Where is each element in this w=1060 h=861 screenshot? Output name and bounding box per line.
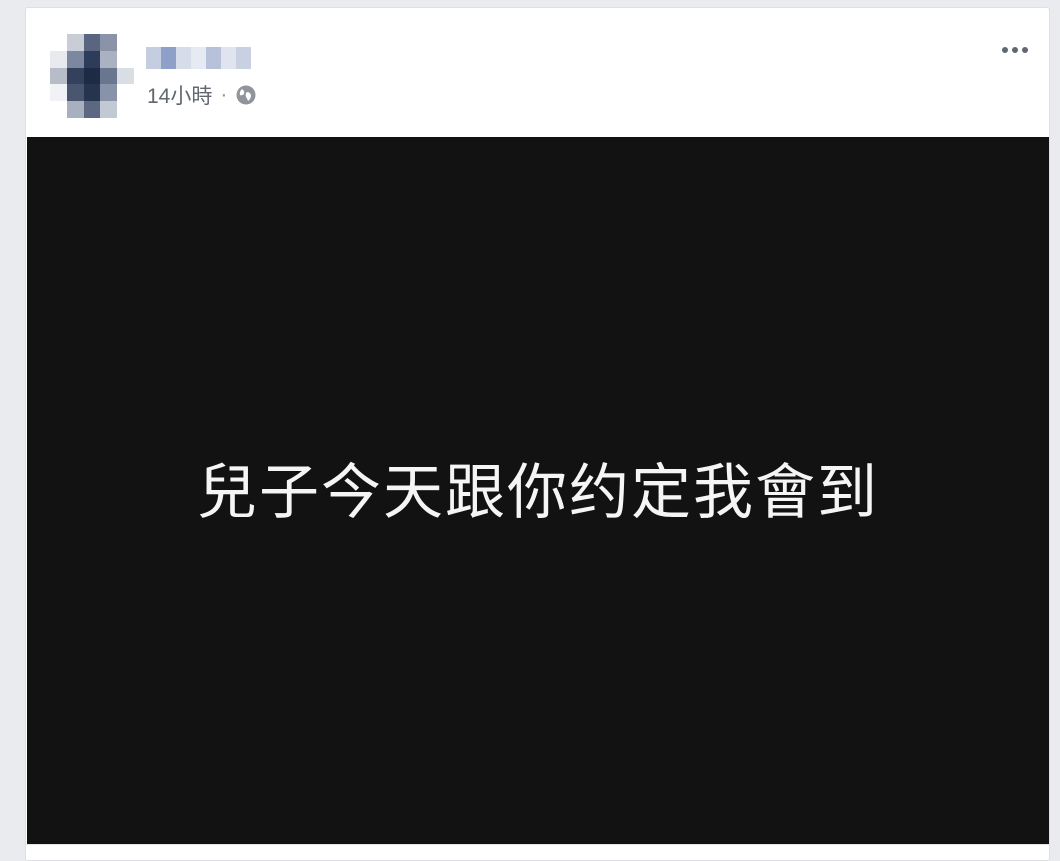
avatar-pixel — [50, 84, 67, 102]
avatar-pixel — [100, 84, 118, 102]
name-pixel — [146, 47, 161, 69]
avatar-pixel — [66, 67, 84, 85]
avatar-pixel — [66, 101, 84, 118]
author-name[interactable] — [146, 44, 251, 72]
name-pixel — [236, 47, 251, 69]
post-meta: 14小時 · — [147, 82, 257, 108]
avatar-pixel — [66, 34, 84, 51]
meta-separator: · — [220, 83, 228, 106]
avatar-pixel — [83, 84, 101, 102]
more-options-button[interactable] — [995, 38, 1035, 62]
avatar-pixel — [117, 67, 134, 85]
avatar-pixel — [50, 67, 67, 85]
avatar-pixel — [66, 84, 84, 102]
avatar-pixel — [50, 50, 67, 68]
avatar-pixel — [100, 67, 118, 85]
avatar-pixel — [83, 50, 101, 68]
avatar-pixel — [83, 101, 101, 118]
avatar-pixel — [117, 101, 134, 118]
avatar-pixel — [100, 101, 118, 118]
avatar-pixel — [50, 34, 67, 51]
avatar-pixel — [100, 50, 118, 68]
post-header: 14小時 · — [26, 8, 1049, 136]
post-card: 14小時 · 兒子今天跟你约定我會到 — [25, 7, 1050, 861]
avatar-pixel — [66, 50, 84, 68]
avatar-pixel — [83, 34, 101, 51]
post-image-caption: 兒子今天跟你约定我會到 — [197, 458, 879, 528]
avatar-pixel — [100, 34, 118, 51]
avatar-pixel — [117, 50, 134, 68]
post-timestamp[interactable]: 14小時 — [147, 80, 212, 110]
name-pixel — [161, 47, 176, 69]
post-footer — [26, 844, 1049, 860]
name-pixel — [176, 47, 191, 69]
avatar-pixel — [83, 67, 101, 85]
author-name-pixelated[interactable] — [146, 47, 251, 69]
post-image[interactable]: 兒子今天跟你约定我會到 — [27, 137, 1049, 844]
avatar-pixel — [117, 84, 134, 102]
avatar-pixel — [117, 34, 134, 51]
name-pixel — [191, 47, 206, 69]
name-pixel — [221, 47, 236, 69]
name-pixel — [206, 47, 221, 69]
globe-icon[interactable] — [235, 84, 257, 106]
more-options-icon — [1000, 47, 1030, 53]
avatar-pixel — [50, 101, 67, 118]
author-avatar[interactable] — [50, 34, 134, 118]
